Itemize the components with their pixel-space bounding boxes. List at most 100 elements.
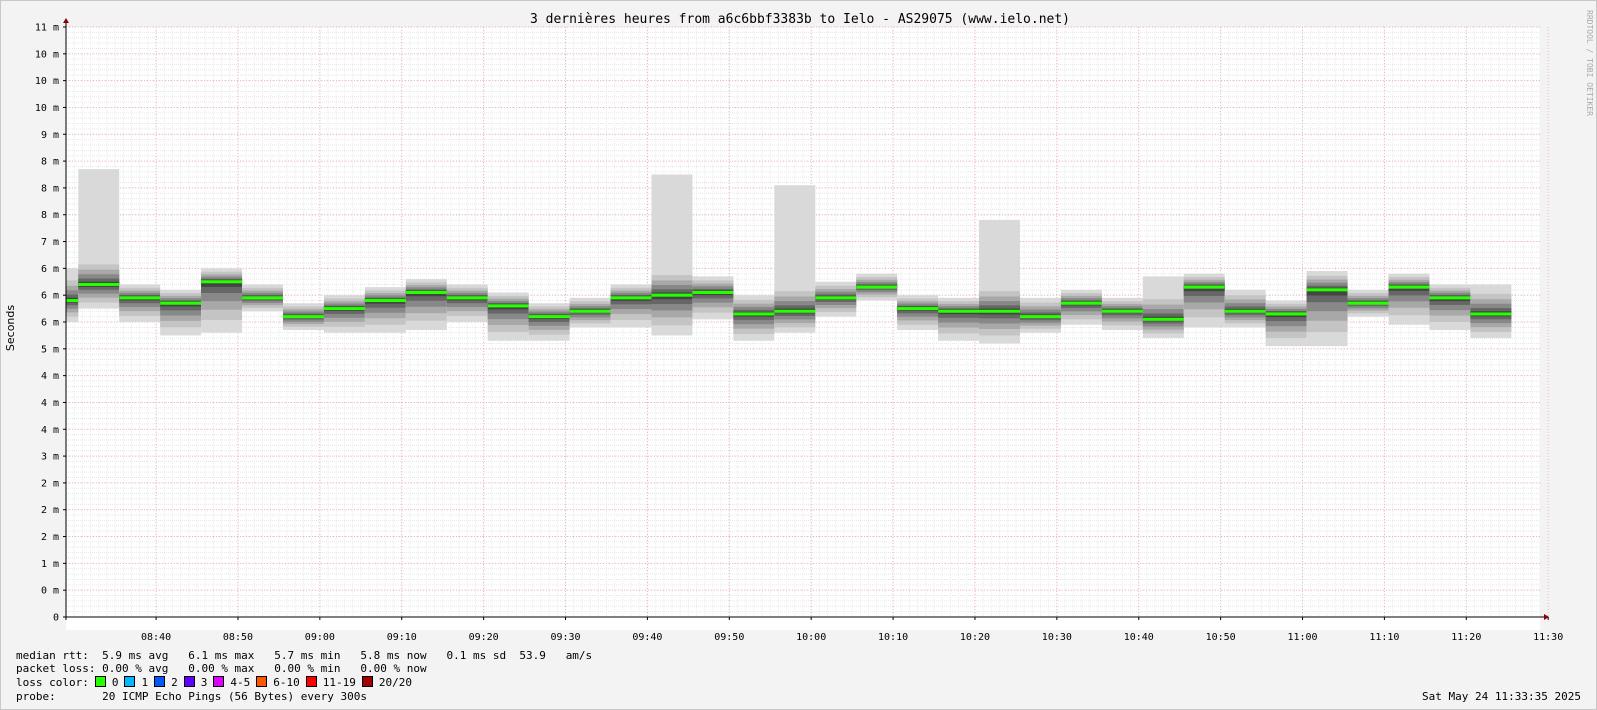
loss-color-row: loss color: 0 1 2 3 4-5 6-10 11-19 20/20 xyxy=(16,676,412,689)
median-marker xyxy=(610,296,652,300)
y-tick-label: 2 m xyxy=(41,478,59,489)
median-marker xyxy=(405,291,447,294)
median-marker xyxy=(201,280,243,284)
median-marker xyxy=(160,301,202,305)
y-tick-label: 1 m xyxy=(41,559,59,570)
median-marker xyxy=(897,307,939,311)
smoke-column xyxy=(323,295,365,333)
y-tick-label: 6 m xyxy=(41,291,59,302)
smoke-column xyxy=(1224,289,1266,328)
y-tick-labels: 0 0 m 1 m 2 m 2 m 2 m 3 m 4 m 4 m 4 m 5 m 6 m 6 m 6 m… xyxy=(35,23,66,624)
median-marker xyxy=(1429,296,1471,300)
smoke-column xyxy=(66,268,79,322)
smoke-column xyxy=(78,169,120,309)
median-marker xyxy=(283,315,324,319)
smoke-column xyxy=(487,292,529,341)
y-tick-label: 4 m xyxy=(41,371,59,382)
loss-color-swatch xyxy=(361,676,373,687)
smoke-column xyxy=(1306,271,1348,347)
smoke-column xyxy=(979,220,1021,344)
median-marker xyxy=(692,291,734,294)
median-marker xyxy=(119,296,161,300)
x-tick-label: 10:00 xyxy=(796,632,826,643)
probe-value: 20 ICMP Echo Pings (56 Bytes) every 300s xyxy=(102,690,368,703)
median-marker xyxy=(1101,309,1143,313)
rrdtool-watermark: RRDTOOL / TOBI OETIKER xyxy=(1585,10,1594,116)
x-tick-label: 09:20 xyxy=(469,632,499,643)
median-marker xyxy=(1020,315,1061,319)
y-tick-label: 8 m xyxy=(41,157,59,168)
y-axis-arrow xyxy=(63,18,69,23)
y-tick-label: 11 m xyxy=(35,23,59,34)
smoke-column xyxy=(1101,297,1143,331)
probe-row: probe: 20 ICMP Echo Pings (56 Bytes) eve… xyxy=(16,690,367,703)
loss-color-label-item: 3 xyxy=(200,676,208,689)
y-tick-label: 8 m xyxy=(41,210,59,221)
median-marker xyxy=(1142,317,1184,321)
x-tick-label: 11:10 xyxy=(1369,632,1399,643)
smoke-column xyxy=(119,284,161,322)
loss-color-label-item: 4-5 xyxy=(230,676,251,689)
y-tick-label: 10 m xyxy=(35,76,59,87)
y-tick-label: 3 m xyxy=(41,452,59,463)
x-tick-label: 11:30 xyxy=(1533,632,1563,643)
median-marker xyxy=(1265,312,1307,316)
smoke-column xyxy=(364,287,406,333)
y-tick-label: 2 m xyxy=(41,532,59,543)
y-tick-label: 0 xyxy=(53,613,59,624)
loss-color-label-item: 0 xyxy=(111,676,119,689)
graph-timestamp: Sat May 24 11:33:35 2025 xyxy=(1422,690,1581,703)
smoke-column xyxy=(1470,284,1512,339)
x-tick-label: 09:40 xyxy=(632,632,662,643)
median-marker xyxy=(66,299,79,303)
x-tick-label: 08:50 xyxy=(223,632,253,643)
smoke-column xyxy=(1429,284,1471,331)
smoke-column xyxy=(897,295,939,331)
median-marker xyxy=(446,296,488,300)
x-tick-label: 10:40 xyxy=(1124,632,1154,643)
x-tick-label: 11:20 xyxy=(1451,632,1481,643)
loss-color-label-item: 2 xyxy=(171,676,178,689)
chart-title: 3 dernières heures from a6c6bbf3383b to … xyxy=(530,12,1070,27)
latency-chart: 0 0 m 1 m 2 m 2 m 2 m 3 m 4 m 4 m 4 m 5 m 6 m 6 m 6 m… xyxy=(4,10,1594,643)
median-marker xyxy=(528,315,570,319)
x-tick-label: 09:00 xyxy=(305,632,335,643)
median-rtt-values: 5.9 ms avg 6.1 ms max 5.7 ms min 5.8 ms … xyxy=(102,649,593,662)
median-marker xyxy=(1060,301,1102,305)
smoke-column xyxy=(692,276,734,320)
loss-color-swatch xyxy=(213,676,225,687)
smoke-column xyxy=(201,268,243,333)
loss-color-legend: 0 1 2 3 4-5 6-10 11-19 20/20 xyxy=(89,676,412,689)
median-marker xyxy=(1470,312,1512,316)
median-rtt-label: median rtt: xyxy=(16,649,89,662)
x-tick-label: 10:30 xyxy=(1042,632,1072,643)
median-marker xyxy=(1224,309,1266,313)
y-tick-label: 4 m xyxy=(41,425,59,436)
x-tick-label: 08:40 xyxy=(141,632,171,643)
smoke-column xyxy=(938,297,980,341)
median-marker xyxy=(1183,285,1225,289)
median-marker xyxy=(1388,285,1430,289)
loss-color-swatch xyxy=(154,676,166,687)
smoke-column xyxy=(1142,276,1184,339)
smoke-column xyxy=(610,284,652,328)
smoke-column xyxy=(1183,273,1225,328)
x-tick-label: 09:30 xyxy=(550,632,580,643)
loss-color-swatch xyxy=(124,676,136,687)
loss-color-label-item: 20/20 xyxy=(378,676,412,689)
smoke-column xyxy=(446,284,488,322)
median-marker xyxy=(487,304,529,308)
packet-loss-row: packet loss: 0.00 % avg 0.00 % max 0.00 … xyxy=(16,662,427,675)
smoke-column xyxy=(1388,273,1430,325)
loss-color-label-item: 6-10 xyxy=(273,676,300,689)
y-tick-label: 10 m xyxy=(35,49,59,60)
median-marker xyxy=(733,312,775,316)
x-tick-label: 10:10 xyxy=(878,632,908,643)
smoke-column xyxy=(733,295,775,341)
y-tick-label: 6 m xyxy=(41,318,59,329)
y-tick-label: 5 m xyxy=(41,344,59,355)
median-marker xyxy=(815,296,857,300)
y-tick-label: 7 m xyxy=(41,237,59,248)
y-axis-label: Seconds xyxy=(4,305,17,351)
packet-loss-values: 0.00 % avg 0.00 % max 0.00 % min 0.00 % … xyxy=(102,662,427,675)
